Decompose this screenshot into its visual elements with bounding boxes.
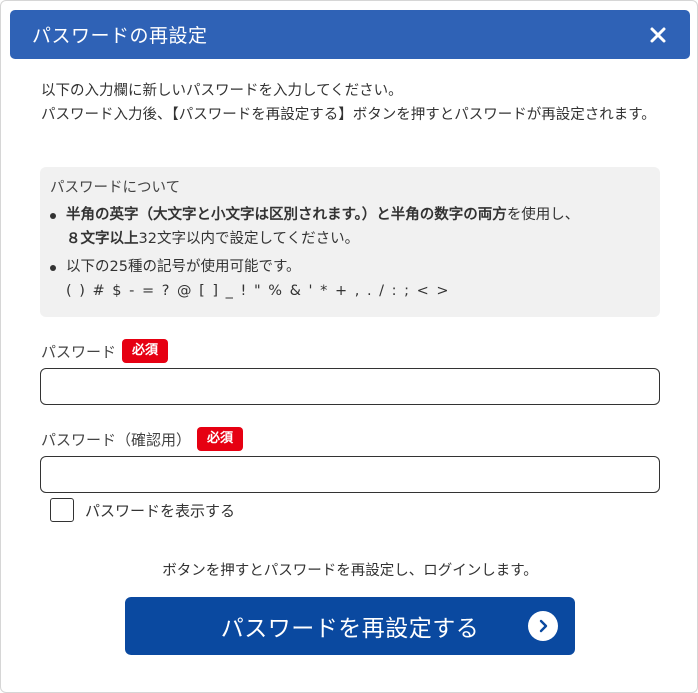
rule1-bold-2: ８文字以上 (66, 231, 139, 247)
rule2-text: 以下の25種の記号が使用可能です。 (66, 259, 301, 275)
close-button[interactable] (646, 23, 670, 47)
password-rule-charset: 半角の英字（大文字と小文字は区別されます。）と半角の数字の両方を使用し、 ８文字以… (50, 203, 650, 251)
password-rules-title: パスワードについて (50, 180, 181, 196)
rule1-text-2: 32文字以内で設定してください。 (138, 231, 360, 247)
password-confirm-label-text: パスワード（確認用） (41, 430, 192, 449)
password-reset-dialog: パスワードの再設定 以下の入力欄に新しいパスワードを入力してください。 パスワー… (0, 0, 698, 693)
show-password-toggle[interactable]: パスワードを表示する (50, 498, 235, 522)
intro-text: 以下の入力欄に新しいパスワードを入力してください。 パスワード入力後、【パスワー… (41, 79, 661, 127)
rule1-bold-1: 半角の英字（大文字と小文字は区別されます。）と半角の数字の両方 (66, 207, 507, 223)
bullet-icon (50, 213, 56, 219)
password-confirm-label: パスワード（確認用） 必須 (41, 426, 244, 452)
password-label: パスワード 必須 (41, 338, 169, 364)
password-rules-box: パスワードについて 半角の英字（大文字と小文字は区別されます。）と半角の数字の両… (40, 167, 660, 317)
intro-line-1: 以下の入力欄に新しいパスワードを入力してください。 (41, 83, 403, 99)
dialog-title: パスワードの再設定 (32, 25, 208, 47)
reset-password-button-label: パスワードを再設定する (220, 616, 480, 642)
chevron-right-icon (539, 619, 548, 633)
submit-note: ボタンを押すとパスワードを再設定し、ログインします。 (162, 563, 538, 579)
password-rules-list: 半角の英字（大文字と小文字は区別されます。）と半角の数字の両方を使用し、 ８文字以… (50, 203, 650, 303)
password-confirm-input[interactable] (40, 456, 660, 493)
intro-line-2: パスワード入力後、【パスワードを再設定する】ボタンを押すとパスワードが再設定され… (41, 107, 656, 123)
password-rule-symbols: 以下の25種の記号が使用可能です。 ( ) # $ - = ? @ [ ] _ !… (50, 255, 650, 303)
rule1-text-1: を使用し、 (506, 207, 580, 223)
close-icon (650, 27, 666, 42)
chevron-right-circle-icon (528, 611, 558, 641)
show-password-checkbox[interactable] (50, 498, 74, 522)
allowed-symbols: ( ) # $ - = ? @ [ ] _ ! " % & ' * + , . … (66, 283, 451, 299)
password-input[interactable] (40, 368, 660, 405)
show-password-label: パスワードを表示する (85, 501, 236, 520)
required-badge: 必須 (197, 427, 244, 451)
password-label-text: パスワード (41, 342, 117, 361)
reset-password-button[interactable]: パスワードを再設定する (125, 597, 575, 655)
required-badge: 必須 (122, 339, 169, 363)
dialog-header: パスワードの再設定 (10, 10, 690, 59)
bullet-icon (50, 265, 56, 271)
